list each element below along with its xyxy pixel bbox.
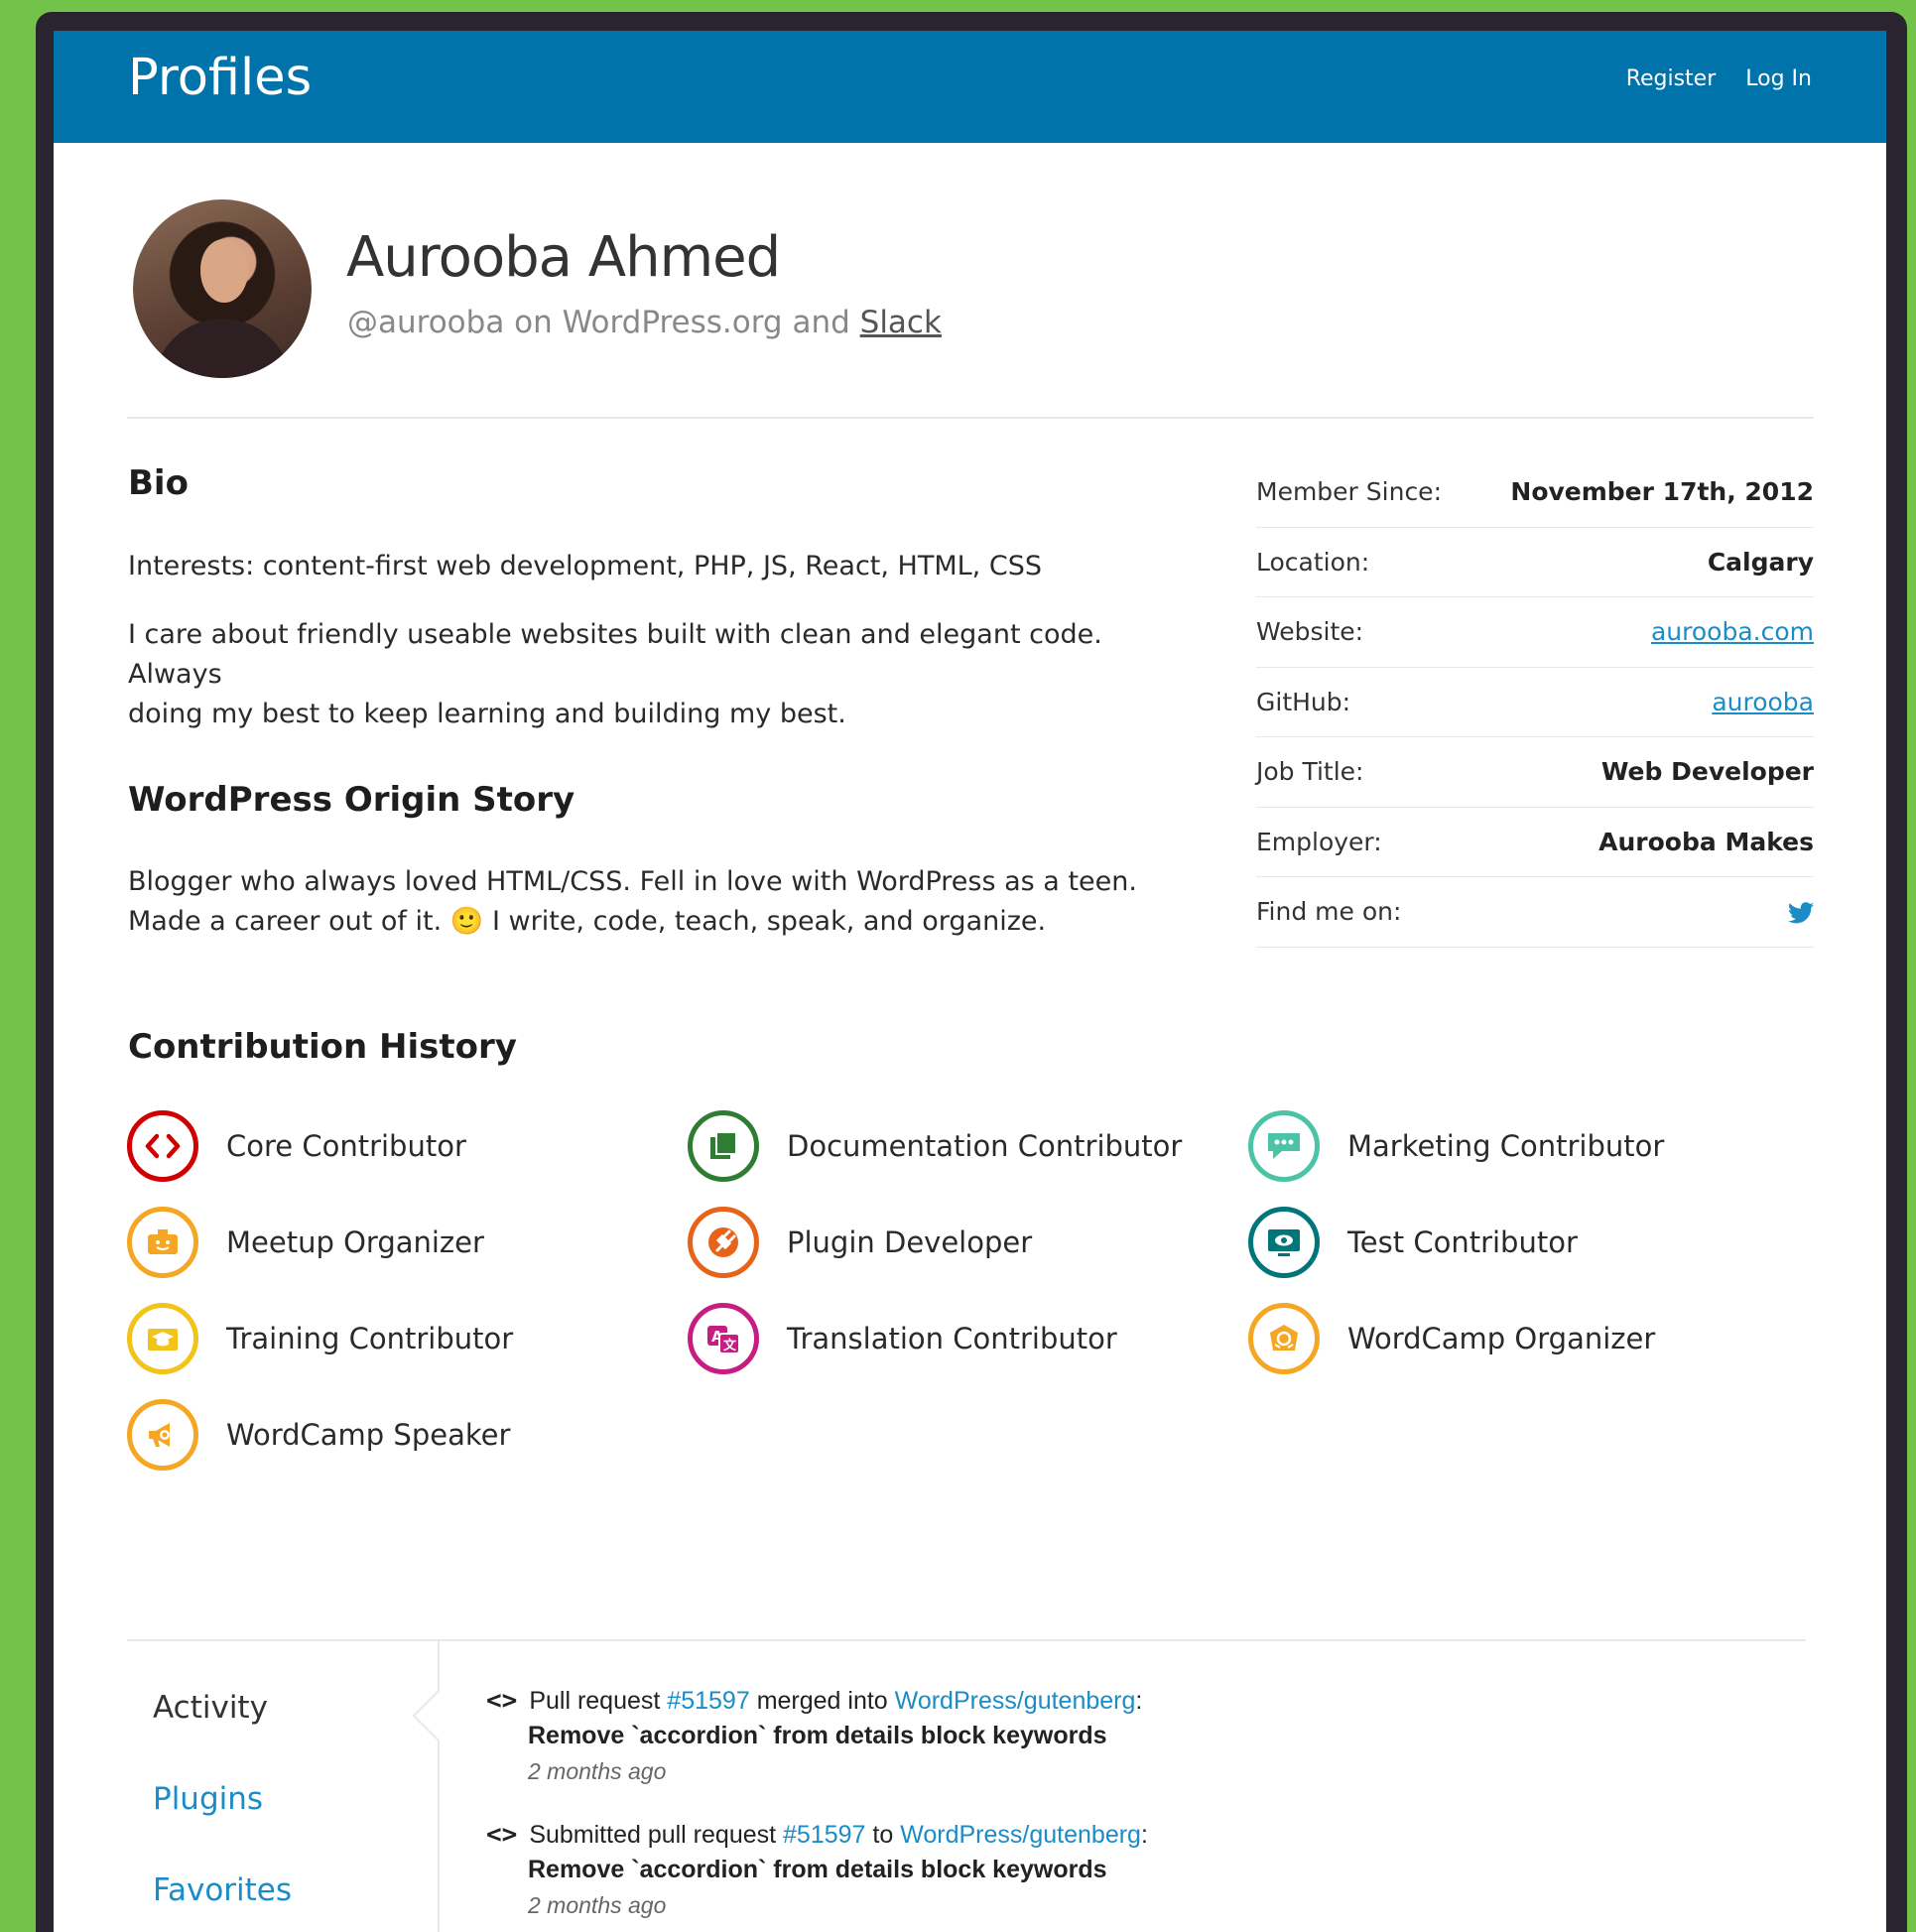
bio-description: I care about friendly useable websites b… (128, 619, 1102, 729)
tab-favorites[interactable]: Favorites (153, 1872, 292, 1908)
badge-marketing-contributor[interactable]: Marketing Contributor (1248, 1110, 1664, 1182)
profile-name: Aurooba Ahmed (346, 225, 781, 290)
github-link[interactable]: aurooba (1712, 688, 1814, 716)
pr-link[interactable]: #51597 (667, 1687, 749, 1716)
badge-meetup-organizer[interactable]: Meetup Organizer (127, 1207, 484, 1278)
activity-item: <> Submitted pull request #51597 to Word… (486, 1820, 1148, 1918)
origin-story: Blogger who always loved HTML/CSS. Fell … (128, 866, 1137, 937)
badge-plugin-developer[interactable]: Plugin Developer (688, 1207, 1032, 1278)
activity-title: Remove `accordion` from details block ke… (528, 1856, 1107, 1883)
activity-item: <> Pull request #51597 merged into WordP… (486, 1686, 1143, 1784)
activity-title: Remove `accordion` from details block ke… (528, 1722, 1107, 1749)
graduation-cap-icon (127, 1303, 198, 1374)
badge-training-contributor[interactable]: Training Contributor (127, 1303, 513, 1374)
origin-heading: WordPress Origin Story (128, 780, 575, 820)
activity-time: 2 months ago (528, 1758, 667, 1784)
tab-plugins[interactable]: Plugins (153, 1781, 263, 1817)
code-icon: <> (486, 1820, 518, 1850)
badge-documentation-contributor[interactable]: Documentation Contributor (688, 1110, 1182, 1182)
chat-bubble-icon (1248, 1110, 1320, 1182)
activity-divider (127, 1639, 1806, 1641)
meta-row-location: Location: Calgary (1256, 528, 1814, 597)
activity-time: 2 months ago (528, 1892, 667, 1918)
meta-row-member-since: Member Since: November 17th, 2012 (1256, 457, 1814, 528)
screen-icon (1248, 1207, 1320, 1278)
divider (127, 417, 1814, 419)
badge-core-contributor[interactable]: Core Contributor (127, 1110, 466, 1182)
repo-link[interactable]: WordPress/gutenberg (900, 1821, 1141, 1850)
avatar (133, 199, 312, 378)
meta-row-github: GitHub: aurooba (1256, 668, 1814, 737)
meta-row-employer: Employer: Aurooba Makes (1256, 808, 1814, 877)
wordcamp-icon (1248, 1303, 1320, 1374)
profile-handle: @aurooba on WordPress.org and Slack (347, 305, 942, 340)
id-card-icon (127, 1207, 198, 1278)
twitter-icon[interactable] (1788, 901, 1814, 924)
top-navigation-bar: Profiles Register Log In (54, 31, 1886, 143)
login-link[interactable]: Log In (1745, 66, 1812, 91)
website-link[interactable]: aurooba.com (1651, 617, 1814, 646)
smile-emoji: 🙂 (449, 906, 484, 937)
repo-link[interactable]: WordPress/gutenberg (895, 1687, 1136, 1716)
meta-row-website: Website: aurooba.com (1256, 597, 1814, 668)
pr-link[interactable]: #51597 (783, 1821, 865, 1850)
contribution-heading: Contribution History (128, 1027, 517, 1067)
badge-translation-contributor[interactable]: A文 Translation Contributor (688, 1303, 1117, 1374)
document-icon (688, 1110, 759, 1182)
code-icon (127, 1110, 198, 1182)
active-tab-pointer (412, 1690, 463, 1741)
profile-meta-table: Member Since: November 17th, 2012 Locati… (1256, 457, 1814, 948)
meta-row-social: Find me on: (1256, 877, 1814, 948)
svg-text:文: 文 (723, 1338, 737, 1353)
bio-interests: Interests: content-first web development… (128, 551, 1042, 581)
badge-test-contributor[interactable]: Test Contributor (1248, 1207, 1578, 1278)
slack-link[interactable]: Slack (860, 305, 942, 340)
translate-icon: A文 (688, 1303, 759, 1374)
handle-text: @aurooba on WordPress.org and (347, 305, 850, 340)
register-link[interactable]: Register (1626, 66, 1717, 91)
site-title[interactable]: Profiles (128, 49, 312, 107)
bio-heading: Bio (128, 463, 189, 503)
activity-vertical-divider (438, 1641, 440, 1932)
plug-icon (688, 1207, 759, 1278)
code-icon: <> (486, 1686, 518, 1716)
badge-wordcamp-organizer[interactable]: WordCamp Organizer (1248, 1303, 1655, 1374)
tab-activity[interactable]: Activity (153, 1690, 268, 1726)
meta-row-job-title: Job Title: Web Developer (1256, 737, 1814, 808)
badge-wordcamp-speaker[interactable]: WordCamp Speaker (127, 1399, 510, 1471)
megaphone-icon (127, 1399, 198, 1471)
browser-window: Profiles Register Log In Aurooba Ahmed @… (54, 31, 1886, 1932)
nav-links: Register Log In (1626, 66, 1812, 91)
